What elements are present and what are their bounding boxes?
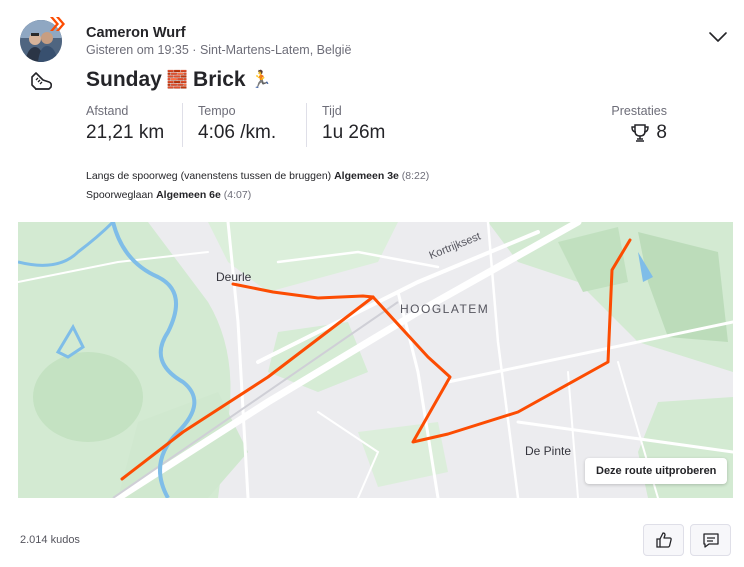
activity-title-text: Sunday [86,68,162,91]
map-canvas [18,222,733,498]
runner-emoji: 🏃 [250,70,272,89]
brick-emoji: 🧱 [166,70,189,89]
map-label-de-pinte: De Pinte [525,444,572,458]
achievements-count: 8 [656,122,667,143]
running-shoe-icon [31,72,53,90]
trophy-icon [631,124,650,142]
kudos-button[interactable] [643,524,684,556]
comment-button[interactable] [690,524,731,556]
segment-rank: Algemeen 3e [334,170,399,182]
map-label-deurle: Deurle [216,270,252,284]
segment-name: Spoorweglaan [86,189,154,201]
segment-name: Langs de spoorweg (vanenstens tussen de … [86,170,332,182]
thumbs-up-icon [655,532,672,548]
map-label-hooglatem: HOOGLATEM [400,302,490,316]
kudos-count[interactable]: 2.014 kudos [20,534,80,546]
segment-list: Langs de spoorweg (vanenstens tussen de … [86,167,429,205]
achievements-label: Prestaties [611,104,667,118]
segment-item[interactable]: Langs de spoorweg (vanenstens tussen de … [86,167,429,186]
try-route-button[interactable]: Deze route uitproberen [585,458,728,484]
segment-time: (8:22) [401,170,430,182]
stat-value: 1u 26m [322,122,386,143]
stat-divider [182,103,183,147]
stat-divider [306,103,307,147]
activity-title-text-2: Brick [193,68,246,91]
athlete-name[interactable]: Cameron Wurf [86,25,186,41]
stat-distance: Afstand 21,21 km [86,104,164,144]
activity-title[interactable]: Sunday 🧱 Brick 🏃 [86,68,272,92]
chevron-down-icon[interactable] [708,30,728,44]
stat-time: Tijd 1u 26m [322,104,385,144]
route-map[interactable]: Deurle HOOGLATEM De Pinte Kortrijksest D… [18,222,733,498]
stat-label: Tempo [198,104,236,118]
comment-icon [702,533,719,548]
activity-card: Cameron Wurf Gisteren om 19:35 · Sint-Ma… [0,0,744,567]
stat-label: Afstand [86,104,129,118]
stat-pace: Tempo 4:06 /km. [198,104,276,144]
stat-value: 4:06 /km. [198,122,277,143]
stat-value: 21,21 km [86,122,165,143]
segment-rank: Algemeen 6e [156,189,221,201]
achievements[interactable]: Prestaties 8 [611,104,667,144]
subscriber-badge-icon [50,17,65,31]
activity-meta: Gisteren om 19:35 · Sint-Martens-Latem, … [86,43,352,57]
stat-label: Tijd [322,104,342,118]
segment-time: (4:07) [223,189,252,201]
segment-item[interactable]: Spoorweglaan Algemeen 6e (4:07) [86,186,429,205]
